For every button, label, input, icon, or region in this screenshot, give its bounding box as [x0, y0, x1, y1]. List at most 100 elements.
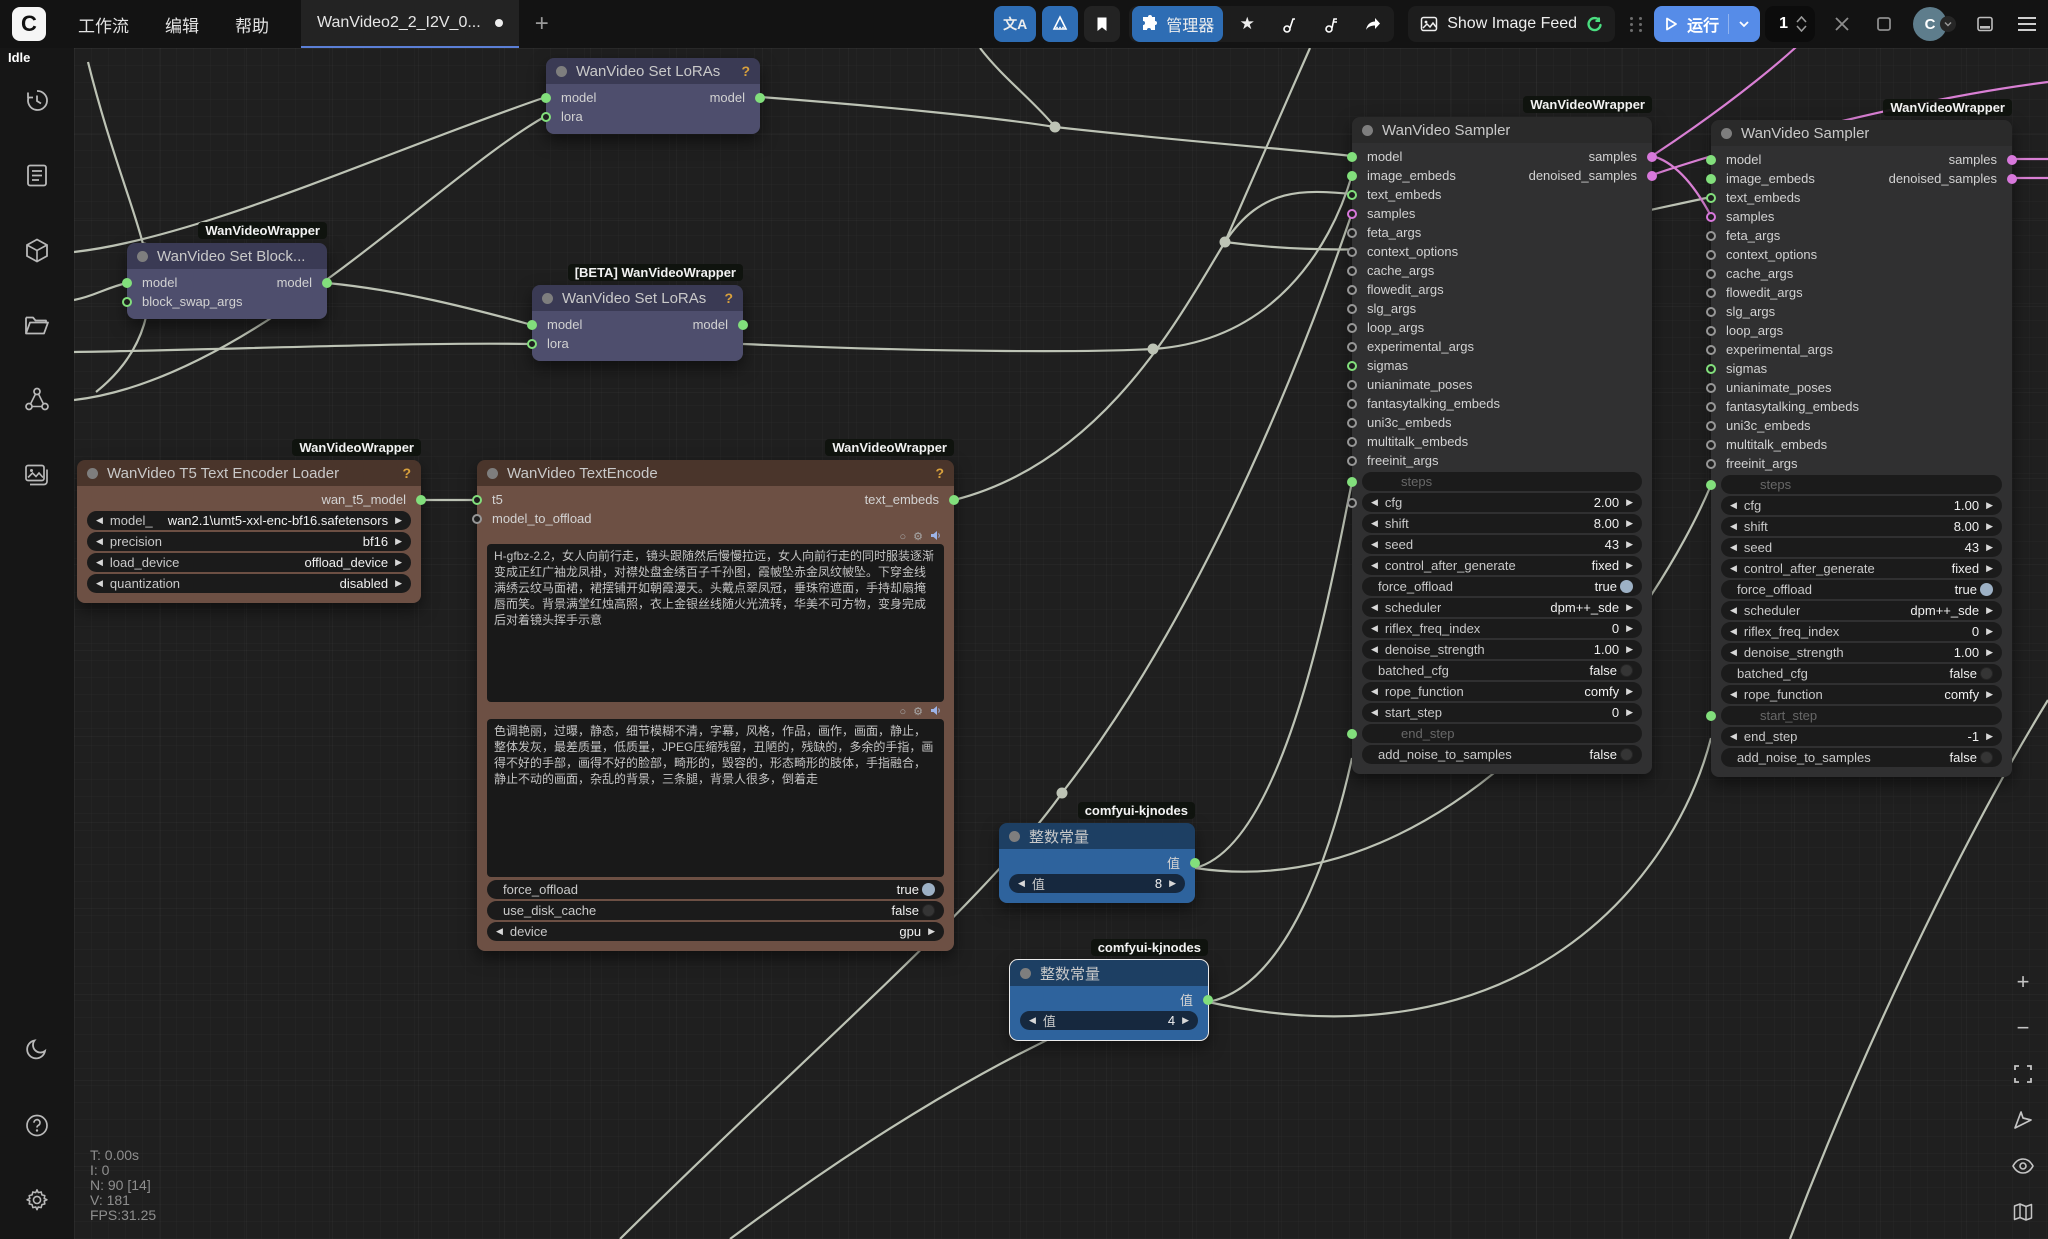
collapse-dot-icon[interactable] — [1009, 831, 1020, 842]
decrement-icon[interactable]: ◀ — [1371, 644, 1378, 655]
circle-icon[interactable]: ○ — [899, 531, 906, 543]
node-help-icon[interactable]: ? — [724, 290, 733, 306]
widget-quantization[interactable]: ◀quantizationdisabled▶ — [87, 574, 411, 593]
input-slot-cache_args[interactable] — [1347, 266, 1357, 276]
increment-icon[interactable]: ▶ — [1986, 542, 1993, 553]
zoom-out-button[interactable]: − — [2010, 1015, 2036, 1041]
input-slot-fantasytalking_embeds[interactable] — [1706, 402, 1716, 412]
output-slot-model[interactable] — [322, 278, 332, 288]
increment-icon[interactable]: ▶ — [1986, 626, 1993, 637]
widget-control_after_generate[interactable]: ◀control_after_generatefixed▶ — [1362, 556, 1642, 575]
increment-icon[interactable]: ▶ — [1626, 539, 1633, 550]
input-slot-image_embeds[interactable] — [1347, 171, 1357, 181]
decrement-icon[interactable]: ◀ — [1730, 731, 1737, 742]
decrement-icon[interactable]: ◀ — [1730, 563, 1737, 574]
input-slot-text_embeds[interactable] — [1347, 190, 1357, 200]
input-slot-model[interactable] — [527, 320, 537, 330]
history-tab-button[interactable] — [24, 88, 50, 119]
count-up-icon[interactable] — [1796, 16, 1807, 23]
increment-icon[interactable]: ▶ — [1986, 563, 1993, 574]
widget-denoise_strength[interactable]: ◀denoise_strength1.00▶ — [1362, 640, 1642, 659]
node-titlebar[interactable]: WanVideo TextEncode? — [477, 460, 954, 486]
input-slot-context_options[interactable] — [1706, 250, 1716, 260]
stop-button[interactable] — [1866, 6, 1902, 42]
decrement-icon[interactable]: ◀ — [96, 557, 103, 568]
widget-seed[interactable]: ◀seed43▶ — [1362, 535, 1642, 554]
toggle-visibility-button[interactable] — [2010, 1153, 2036, 1179]
increment-icon[interactable]: ▶ — [1626, 560, 1633, 571]
decrement-icon[interactable]: ◀ — [1371, 497, 1378, 508]
output-slot-text_embeds[interactable] — [949, 495, 959, 505]
theme-toggle-button[interactable] — [25, 1037, 49, 1068]
widget-scheduler[interactable]: ◀schedulerdpm++_sde▶ — [1721, 601, 2002, 620]
input-slot-freeinit_args[interactable] — [1706, 459, 1716, 469]
increment-icon[interactable]: ▶ — [1986, 605, 1993, 616]
node-titlebar[interactable]: 整数常量 — [1010, 960, 1208, 986]
manager-button[interactable]: 管理器 — [1132, 6, 1223, 42]
favorites-button[interactable]: ★ — [1229, 6, 1265, 42]
batch-count-stepper[interactable]: 1 — [1765, 6, 1815, 42]
output-slot-samples[interactable] — [2007, 155, 2017, 165]
output-slot-model[interactable] — [755, 93, 765, 103]
speaker-icon[interactable] — [930, 530, 941, 544]
increment-icon[interactable]: ▶ — [1626, 644, 1633, 655]
increment-icon[interactable]: ▶ — [1182, 1015, 1189, 1026]
increment-icon[interactable]: ▶ — [1626, 623, 1633, 634]
toggle-knob[interactable] — [922, 904, 935, 917]
increment-icon[interactable]: ▶ — [395, 536, 402, 547]
input-slot-steps[interactable] — [1706, 480, 1716, 490]
output-slot-值[interactable] — [1203, 995, 1213, 1005]
decrement-icon[interactable]: ◀ — [1730, 542, 1737, 553]
widget-add_noise_to_samples[interactable]: add_noise_to_samplesfalse — [1362, 745, 1642, 764]
zoom-in-button[interactable]: + — [2010, 969, 2036, 995]
increment-icon[interactable]: ▶ — [1986, 731, 1993, 742]
decrement-icon[interactable]: ◀ — [1730, 647, 1737, 658]
output-slot-samples[interactable] — [1647, 152, 1657, 162]
menu-help[interactable]: 帮助 — [217, 0, 287, 48]
widget-load_device[interactable]: ◀load_deviceoffload_device▶ — [87, 553, 411, 572]
input-slot-loop_args[interactable] — [1706, 326, 1716, 336]
node-titlebar[interactable]: 整数常量 — [999, 823, 1195, 849]
widget-cfg[interactable]: ◀cfg1.00▶ — [1721, 496, 2002, 515]
widget-batched_cfg[interactable]: batched_cfgfalse — [1362, 661, 1642, 680]
decrement-icon[interactable]: ◀ — [1371, 686, 1378, 697]
widget-use_disk_cache[interactable]: use_disk_cachefalse — [487, 901, 944, 920]
decrement-icon[interactable]: ◀ — [1730, 689, 1737, 700]
input-slot-lora[interactable] — [527, 339, 537, 349]
comfyui-logo[interactable]: C — [12, 7, 46, 41]
input-slot-model[interactable] — [122, 278, 132, 288]
increment-icon[interactable]: ▶ — [1986, 521, 1993, 532]
input-slot-uni3c_embeds[interactable] — [1347, 418, 1357, 428]
increment-icon[interactable]: ▶ — [1626, 686, 1633, 697]
widget-seed[interactable]: ◀seed43▶ — [1721, 538, 2002, 557]
menu-workflow[interactable]: 工作流 — [60, 0, 147, 48]
decrement-icon[interactable]: ◀ — [96, 536, 103, 547]
widget-start_step[interactable]: start_step — [1721, 706, 2002, 725]
widget-steps[interactable]: steps — [1362, 472, 1642, 491]
input-slot-start_step[interactable] — [1706, 711, 1716, 721]
toggle-knob[interactable] — [1980, 583, 1993, 596]
decrement-icon[interactable]: ◀ — [1371, 623, 1378, 634]
run-options-chevron-icon[interactable] — [1738, 18, 1750, 30]
widget-end_step[interactable]: ◀end_step-1▶ — [1721, 727, 2002, 746]
speaker-icon[interactable] — [930, 705, 941, 719]
input-slot-end_step[interactable] — [1347, 729, 1357, 739]
input-slot-loop_args[interactable] — [1347, 323, 1357, 333]
toggle-knob[interactable] — [1620, 748, 1633, 761]
widget-model_name[interactable]: ◀model_namewan2.1\umt5-xxl-enc-bf16.safe… — [87, 511, 411, 530]
widget-denoise_strength[interactable]: ◀denoise_strength1.00▶ — [1721, 643, 2002, 662]
increment-icon[interactable]: ▶ — [1626, 602, 1633, 613]
node-textencode[interactable]: WanVideoWrapperWanVideo TextEncode?t5tex… — [477, 460, 954, 951]
input-slot-unianimate_poses[interactable] — [1706, 383, 1716, 393]
input-slot-multitalk_embeds[interactable] — [1706, 440, 1716, 450]
gear-icon[interactable]: ⚙ — [913, 530, 923, 543]
input-slot-samples[interactable] — [1347, 209, 1357, 219]
node-set-loras-beta[interactable]: [BETA] WanVideoWrapperWanVideo Set LoRAs… — [532, 285, 743, 361]
increment-icon[interactable]: ▶ — [1626, 518, 1633, 529]
input-slot-slg_args[interactable] — [1347, 304, 1357, 314]
widget-rope_function[interactable]: ◀rope_functioncomfy▶ — [1721, 685, 2002, 704]
input-slot-fantasytalking_embeds[interactable] — [1347, 399, 1357, 409]
widget-值[interactable]: ◀值8▶ — [1009, 874, 1185, 893]
node-help-icon[interactable]: ? — [935, 465, 944, 481]
node-titlebar[interactable]: WanVideo Sampler — [1711, 120, 2012, 146]
